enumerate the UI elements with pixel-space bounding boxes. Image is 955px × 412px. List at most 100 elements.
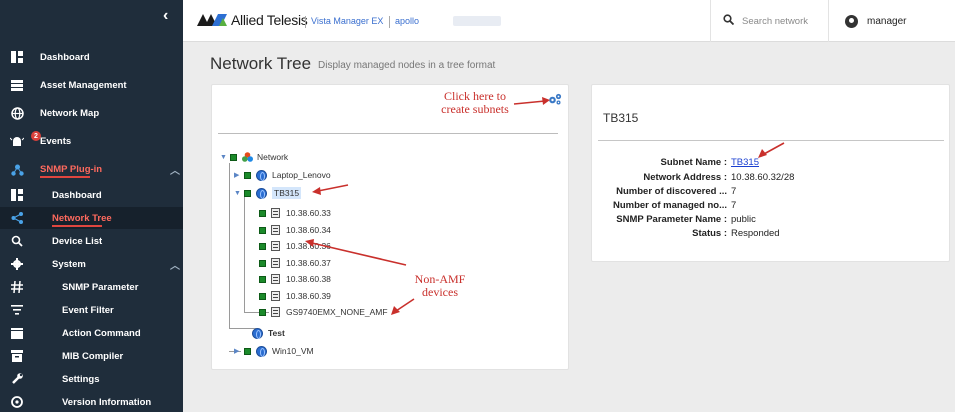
detail-value: public [731, 214, 756, 225]
device-icon [271, 225, 280, 235]
annotation-arrow [305, 239, 407, 266]
sidebar: ‹ Dashboard Asset Management Network Map… [0, 0, 183, 412]
expand-toggle-icon[interactable]: ▶ [234, 171, 244, 179]
search-icon [723, 14, 735, 28]
status-ok-icon [259, 242, 266, 250]
app-root: ‹ Dashboard Asset Management Network Map… [0, 0, 955, 412]
switch-icon [271, 258, 280, 268]
page-subtitle: Display managed nodes in a tree format [318, 60, 496, 71]
snmp-icon [10, 162, 24, 176]
sidebar-item-label: SNMP Parameter [62, 281, 139, 293]
tree-node-network[interactable]: ▼ Network [220, 149, 288, 165]
switch-icon [271, 307, 280, 317]
divider [389, 16, 390, 28]
tree-node-device[interactable]: 10.38.60.33 [259, 205, 331, 221]
status-ok-icon [230, 153, 237, 161]
network-root-icon [242, 152, 253, 162]
sidebar-item-snmp-parameter[interactable]: SNMP Parameter [0, 276, 183, 298]
subnet-globe-icon [256, 345, 267, 357]
user-icon [845, 14, 858, 28]
chevron-up-icon[interactable]: ︿ [170, 257, 180, 272]
network-tree-panel: Click here to create subnets ▼ Network ▶… [211, 84, 569, 370]
active-underline [52, 225, 102, 227]
detail-key: Subnet Name : [660, 157, 727, 168]
annotation-arrow [758, 142, 785, 158]
sidebar-item-asset-management[interactable]: Asset Management [0, 74, 183, 96]
top-bar: Allied Telesis Vista Manager EX apollo S… [183, 0, 955, 42]
tree-node-label: Network [257, 152, 289, 162]
brand-name: Allied Telesis [231, 12, 308, 28]
sidebar-item-version-information[interactable]: Version Information [0, 391, 183, 412]
share-icon [10, 211, 24, 225]
tree-node-test[interactable]: Test [252, 325, 285, 341]
tree-node-device[interactable]: GS9740EMX_NONE_AMF [259, 304, 388, 320]
expand-toggle-icon[interactable]: ▶ [234, 347, 244, 355]
sidebar-item-label: Asset Management [40, 79, 127, 91]
sidebar-item-label: Action Command [62, 327, 141, 339]
filter-icon [10, 303, 24, 317]
subnet-globe-icon [252, 327, 263, 339]
sidebar-item-network-map[interactable]: Network Map [0, 102, 183, 124]
sidebar-item-label: System [52, 258, 86, 270]
host-name[interactable]: apollo [395, 16, 419, 26]
sidebar-item-action-command[interactable]: Action Command [0, 322, 183, 344]
annotation-arrow [513, 97, 550, 105]
sidebar-item-label: Network Tree [52, 212, 112, 224]
sidebar-item-label: Settings [62, 373, 100, 385]
sidebar-item-dashboard[interactable]: Dashboard [0, 46, 183, 68]
tree-node-tb315[interactable]: ▼ TB315 [234, 185, 302, 201]
chevron-left-icon[interactable]: ‹ [163, 7, 168, 25]
wrench-icon [10, 372, 24, 386]
sidebar-item-system[interactable]: System ︿ [0, 253, 183, 275]
tree-node-device[interactable]: 10.38.60.34 [259, 222, 331, 238]
chevron-up-icon[interactable]: ︿ [170, 162, 180, 177]
user-menu[interactable]: manager [828, 0, 955, 42]
sidebar-item-label: Dashboard [52, 189, 102, 201]
detail-value: Responded [731, 228, 780, 239]
subnet-name-link[interactable]: TB315 [731, 157, 759, 168]
annotation-non-amf-devices: Non-AMF devices [414, 272, 466, 299]
subnet-globe-icon [256, 169, 267, 181]
sidebar-item-events[interactable]: 2 Events [0, 130, 183, 152]
search-icon [10, 234, 24, 248]
host-address-redacted [453, 16, 501, 26]
switch-icon [271, 241, 280, 251]
sidebar-item-settings[interactable]: Settings [0, 368, 183, 390]
divider [305, 16, 306, 28]
page-title: Network Tree [210, 54, 312, 73]
detail-key: Number of managed no... [612, 200, 727, 211]
dashboard-icon [10, 50, 24, 64]
detail-value: 10.38.60.32/28 [731, 172, 795, 183]
status-ok-icon [244, 171, 251, 179]
tree-node-label: Laptop_Lenovo [272, 170, 331, 180]
tree-node-device[interactable]: 10.38.60.39 [259, 288, 331, 304]
status-ok-icon [259, 275, 266, 283]
tree-node-win10-vm[interactable]: ▶ Win10_VM [234, 343, 314, 359]
expand-toggle-icon[interactable]: ▼ [234, 190, 244, 197]
dashboard-icon [10, 188, 24, 202]
globe-icon [10, 106, 24, 120]
tree-node-device[interactable]: 10.38.60.38 [259, 271, 331, 287]
tree-node-laptop-lenovo[interactable]: ▶ Laptop_Lenovo [234, 167, 331, 183]
device-icon [271, 208, 280, 218]
sidebar-item-event-filter[interactable]: Event Filter [0, 299, 183, 321]
sidebar-item-device-list[interactable]: Device List [0, 230, 183, 252]
sidebar-item-snmp-plugin[interactable]: SNMP Plug-in ︿ [0, 158, 183, 180]
tree-node-label: 10.38.60.33 [286, 208, 331, 218]
expand-toggle-icon[interactable]: ▼ [220, 154, 230, 161]
status-ok-icon [259, 226, 266, 234]
film-icon [10, 326, 24, 340]
sidebar-item-label: Event Filter [62, 304, 114, 316]
status-ok-icon [259, 308, 266, 316]
search-placeholder[interactable]: Search network [742, 16, 808, 27]
subnet-globe-icon [256, 187, 267, 199]
search-network[interactable]: Search network [710, 0, 828, 42]
detail-key: Status : [692, 228, 727, 239]
sidebar-item-mib-compiler[interactable]: MIB Compiler [0, 345, 183, 367]
user-name: manager [867, 15, 907, 27]
device-icon [271, 291, 280, 301]
tree-node-label: 10.38.60.34 [286, 225, 331, 235]
sidebar-item-snmp-dashboard[interactable]: Dashboard [0, 184, 183, 206]
alarm-icon: 2 [10, 131, 41, 148]
product-name[interactable]: Vista Manager EX [311, 16, 383, 26]
